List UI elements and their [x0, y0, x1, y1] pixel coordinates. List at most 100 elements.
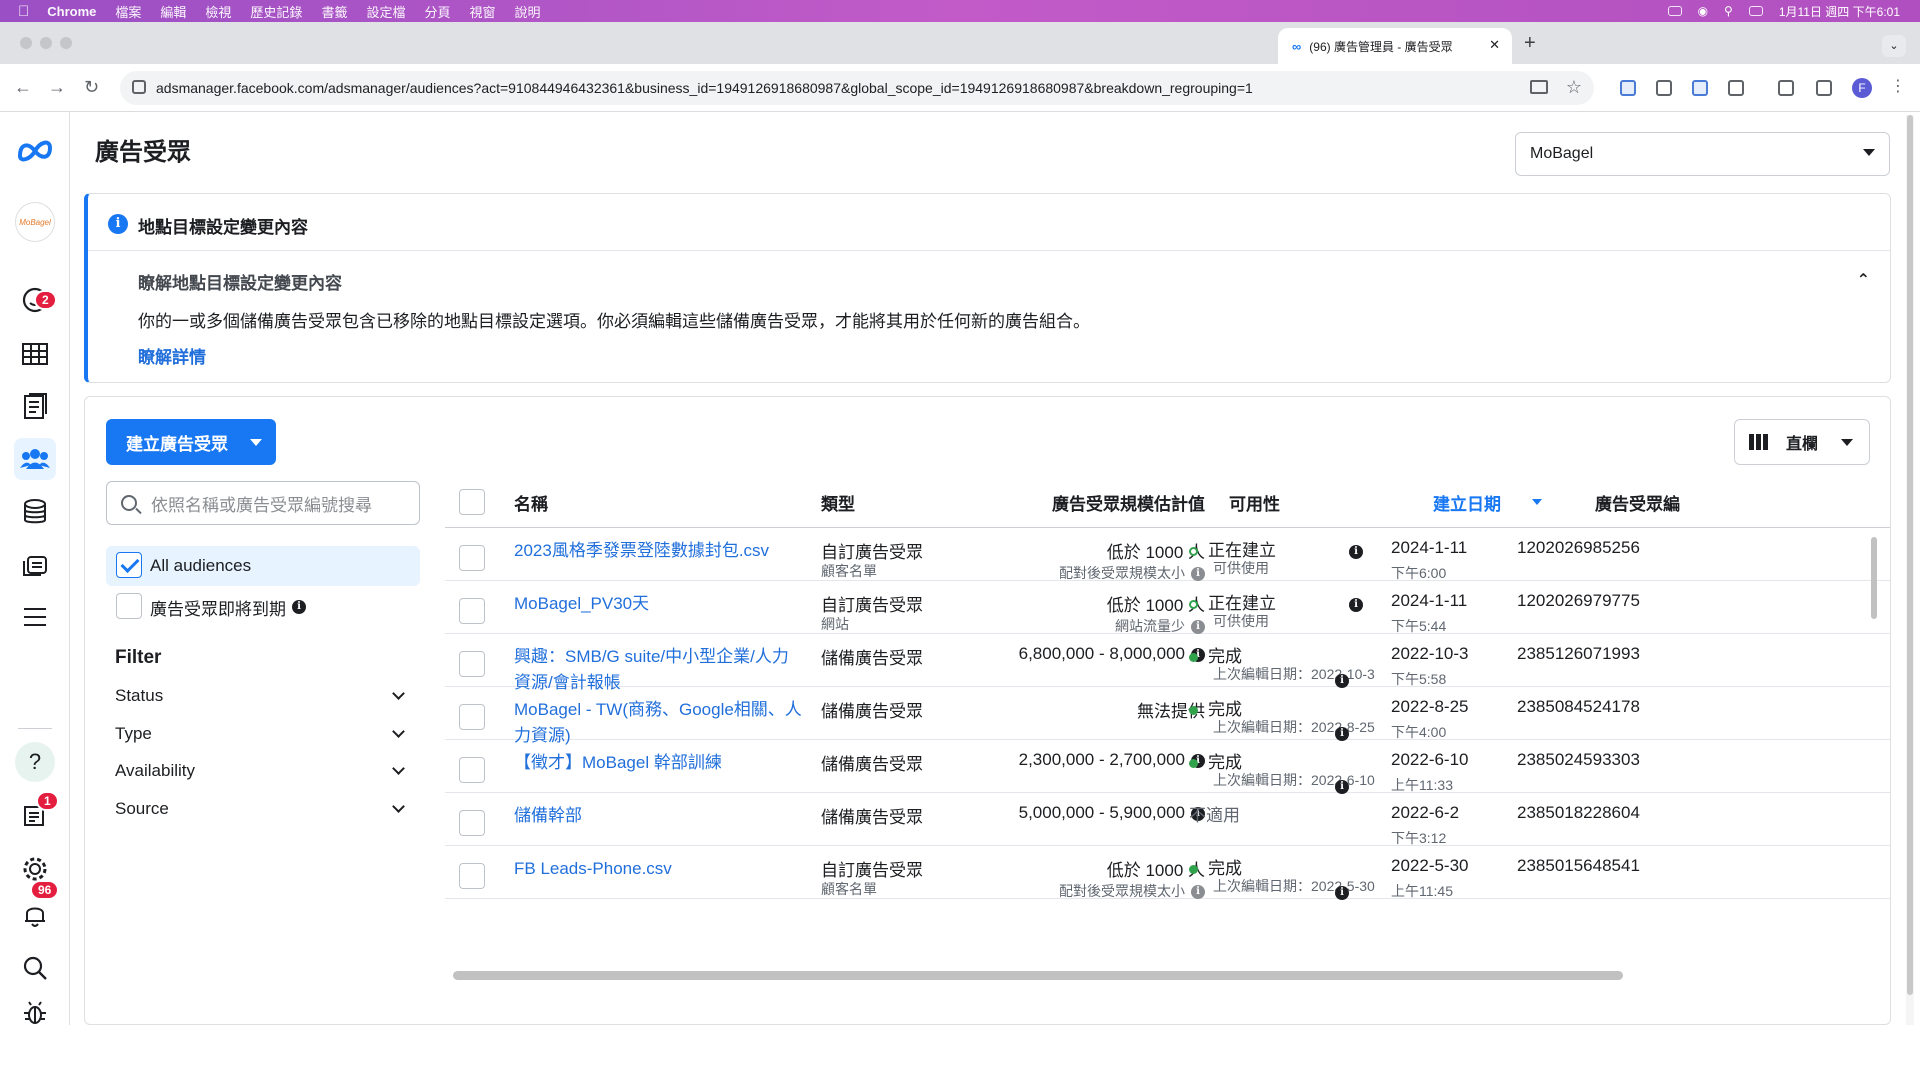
info-icon[interactable]: i [1335, 727, 1349, 741]
search-icon[interactable] [14, 947, 56, 989]
close-window-icon[interactable] [20, 37, 32, 49]
audience-name-link[interactable]: 2023風格季發票登陸數據封包.csv [514, 538, 804, 564]
info-icon[interactable]: i [1191, 885, 1205, 900]
info-icon[interactable]: i [292, 600, 306, 614]
translate-extension-icon[interactable] [1692, 80, 1708, 96]
row-checkbox[interactable] [459, 651, 485, 677]
page-scrollbar[interactable] [1906, 115, 1914, 1025]
audience-name-link[interactable]: 儲備幹部 [514, 803, 804, 829]
browser-tab-active[interactable]: ∞ (96) 廣告管理員 - 廣告受眾 ✕ [1278, 28, 1512, 64]
row-checkbox[interactable] [459, 598, 485, 624]
column-header-id[interactable]: 廣告受眾編 [1595, 477, 1680, 527]
column-header-size[interactable]: 廣告受眾規模估計值 [965, 477, 1205, 527]
row-checkbox[interactable] [459, 863, 485, 889]
all-tools-menu-icon[interactable] [14, 596, 56, 638]
menu-item-tab[interactable]: 分頁 [424, 2, 450, 21]
bookmark-star-icon[interactable]: ☆ [1566, 77, 1582, 98]
sort-descending-icon[interactable] [1532, 499, 1542, 505]
events-manager-icon[interactable] [14, 543, 56, 585]
wifi-icon[interactable]: ◉ [1698, 4, 1708, 18]
minimize-window-icon[interactable] [40, 37, 52, 49]
close-tab-icon[interactable]: ✕ [1489, 37, 1500, 53]
site-info-icon[interactable] [132, 80, 146, 94]
filter-status[interactable]: Status [115, 686, 409, 706]
filter-source[interactable]: Source [115, 799, 409, 819]
filter-all-audiences[interactable]: All audiences [106, 546, 420, 586]
all-audiences-checkbox[interactable] [116, 552, 142, 578]
menu-item-edit[interactable]: 編輯 [160, 2, 186, 21]
battery-icon[interactable] [1667, 6, 1682, 16]
side-panel-icon[interactable] [1816, 80, 1832, 96]
columns-button[interactable]: 直欄 [1734, 419, 1870, 465]
learn-more-link[interactable]: 瞭解詳情 [138, 343, 206, 368]
menu-item-bookmarks[interactable]: 書籤 [321, 2, 347, 21]
menu-item-window[interactable]: 視窗 [469, 2, 495, 21]
info-icon[interactable]: i [1349, 545, 1363, 559]
campaign-planner-icon[interactable] [14, 385, 56, 427]
table-row[interactable]: 2023風格季發票登陸數據封包.csv 自訂廣告受眾 顧客名單 低於 1000 … [445, 528, 1890, 582]
control-center-icon[interactable] [1748, 6, 1763, 16]
create-audience-button[interactable]: 建立廣告受眾 [106, 419, 276, 465]
info-icon[interactable]: i [1191, 567, 1205, 582]
row-checkbox[interactable] [459, 757, 485, 783]
row-checkbox[interactable] [459, 810, 485, 836]
help-question-icon[interactable]: ? [15, 742, 55, 782]
table-row[interactable]: MoBagel_PV30天 自訂廣告受眾 網站 低於 1000 人i 網站流量少… [445, 581, 1890, 635]
table-row[interactable]: 【徵才】MoBagel 幹部訓練 儲備廣告受眾 2,300,000 - 2,70… [445, 740, 1890, 794]
puzzle-extensions-icon[interactable] [1728, 80, 1744, 96]
ads-manager-table-icon[interactable] [14, 333, 56, 375]
table-row[interactable]: FB Leads-Phone.csv 自訂廣告受眾 顧客名單 低於 1000 人… [445, 846, 1890, 900]
row-checkbox[interactable] [459, 545, 485, 571]
extension-icon[interactable] [1620, 80, 1636, 96]
info-icon[interactable]: i [1191, 620, 1205, 635]
menu-app-name[interactable]: Chrome [47, 4, 96, 19]
filter-expiring-audiences[interactable]: 廣告受眾即將到期 i [106, 587, 420, 627]
audience-name-link[interactable]: 【徵才】MoBagel 幹部訓練 [514, 750, 804, 776]
select-all-checkbox[interactable] [459, 489, 485, 515]
window-controls[interactable] [20, 37, 72, 49]
forward-icon[interactable]: → [48, 77, 66, 98]
audience-name-link[interactable]: FB Leads-Phone.csv [514, 856, 804, 882]
info-icon[interactable]: i [1335, 886, 1349, 900]
reading-list-icon[interactable] [1778, 80, 1794, 96]
audience-search-input[interactable]: 依照名稱或廣告受眾編號搜尋 [106, 481, 420, 525]
account-avatar[interactable]: MoBagel [15, 202, 55, 242]
menubar-clock[interactable]: 1月11日 週四 下午6:01 [1779, 3, 1900, 20]
billing-database-icon[interactable] [14, 491, 56, 533]
table-row[interactable]: 興趣：SMB/G suite/中小型企業/人力資源/會計報帳 儲備廣告受眾 6,… [445, 634, 1890, 692]
address-bar[interactable]: adsmanager.facebook.com/adsmanager/audie… [120, 71, 1594, 105]
column-header-name[interactable]: 名稱 [514, 477, 548, 527]
table-row[interactable]: MoBagel - TW(商務、Google相關、人力資源) 儲備廣告受眾 無法… [445, 687, 1890, 745]
filter-availability[interactable]: Availability [115, 761, 409, 781]
column-header-date[interactable]: 建立日期 [1433, 477, 1501, 527]
collapse-chevron-icon[interactable]: ⌃ [1857, 270, 1870, 290]
column-header-type[interactable]: 類型 [821, 477, 855, 527]
menu-item-help[interactable]: 說明 [515, 2, 541, 21]
zoom-window-icon[interactable] [60, 37, 72, 49]
more-menu-icon[interactable]: ⋮ [1890, 76, 1906, 96]
report-bug-icon[interactable] [14, 992, 56, 1034]
info-icon[interactable]: i [1335, 674, 1349, 688]
tab-search-icon[interactable]: ⌄ [1882, 35, 1906, 57]
page-scrollbar-thumb[interactable] [1907, 115, 1913, 995]
spotlight-icon[interactable]: ⚲ [1724, 4, 1733, 18]
meta-logo-icon[interactable] [14, 130, 56, 172]
table-vertical-scrollbar[interactable] [1871, 537, 1877, 619]
reload-icon[interactable]: ↻ [84, 77, 99, 98]
menu-item-file[interactable]: 檔案 [115, 2, 141, 21]
profile-avatar[interactable]: F [1852, 78, 1872, 98]
apple-icon[interactable]:  [18, 3, 29, 20]
info-icon[interactable]: i [1335, 780, 1349, 794]
audiences-people-icon[interactable] [14, 438, 56, 480]
info-icon[interactable]: i [1349, 598, 1363, 612]
filter-type[interactable]: Type [115, 724, 409, 744]
row-checkbox[interactable] [459, 704, 485, 730]
column-header-availability[interactable]: 可用性 [1229, 477, 1280, 527]
install-app-icon[interactable] [1530, 80, 1548, 94]
menu-item-profiles[interactable]: 設定檔 [366, 2, 405, 21]
menu-item-view[interactable]: 檢視 [205, 2, 231, 21]
ad-account-selector[interactable]: MoBagel [1515, 132, 1890, 176]
table-horizontal-scrollbar[interactable] [453, 971, 1623, 980]
table-row[interactable]: 儲備幹部 儲備廣告受眾 5,000,000 - 5,900,000i i 不適用… [445, 793, 1890, 846]
menu-item-history[interactable]: 歷史記錄 [250, 2, 302, 21]
